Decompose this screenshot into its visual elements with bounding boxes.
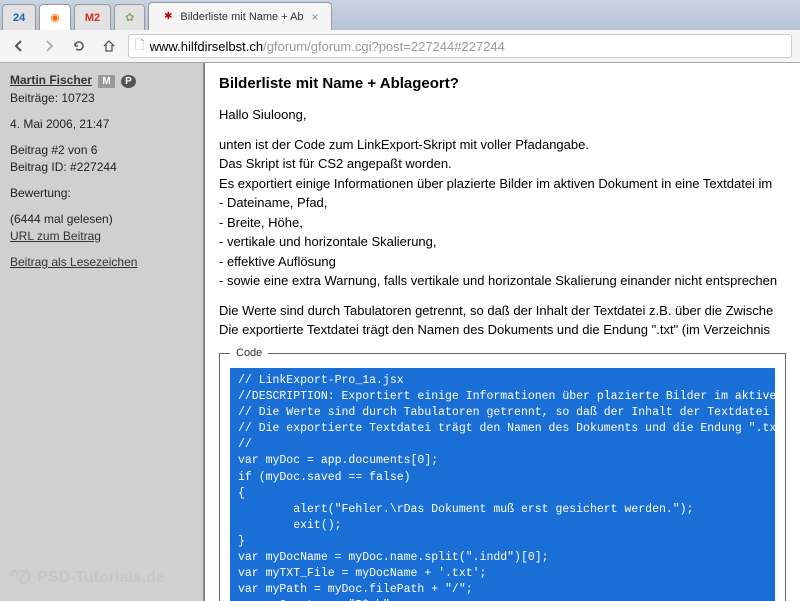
body-bullet: - effektive Auflösung [219,253,786,271]
watermark: ఌ PSD-Tutorials.de [10,561,165,594]
globe-icon: 🗋 [135,36,145,57]
tab-4[interactable]: ✿ [114,4,145,30]
author-link[interactable]: Martin Fischer [10,73,92,87]
tab-2[interactable]: ◉ [39,4,71,30]
tab-active[interactable]: ✱ Bilderliste mit Name + Ab × [148,2,331,30]
forward-button[interactable] [38,35,60,57]
bookmark-link[interactable]: Beitrag als Lesezeichen [10,255,137,269]
page-title: Bilderliste mit Name + Ablageort? [219,75,786,92]
badge-m: M [98,75,114,88]
greeting: Hallo Siuloong, [219,106,786,124]
tab-3[interactable]: M2 [74,4,111,30]
body-line: Es exportiert einige Informationen über … [219,175,786,193]
url-path: /gforum/gforum.cgi?post=227244#227244 [263,39,505,54]
tab-strip: 24 ◉ M2 ✿ ✱ Bilderliste mit Name + Ab × [0,0,800,30]
body-line: Die exportierte Textdatei trägt den Name… [219,321,786,339]
body-line: Das Skript ist für CS2 angepaßt worden. [219,155,786,173]
body-bullet: - vertikale und horizontale Skalierung, [219,233,786,251]
posts-count: Beiträge: 10723 [10,91,193,105]
watermark-text: PSD-Tutorials.de [37,569,165,587]
body-line: Die Werte sind durch Tabulatoren getrenn… [219,302,786,320]
code-box: Code // LinkExport-Pro_1a.jsx //DESCRIPT… [219,353,786,601]
tab-1[interactable]: 24 [2,4,36,30]
post-date: 4. Mai 2006, 21:47 [10,117,193,131]
body-bullet: - Dateiname, Pfad, [219,194,786,212]
body-bullet: - Breite, Höhe, [219,214,786,232]
sidebar: Martin Fischer M P Beiträge: 10723 4. Ma… [0,63,205,601]
body-bullet: - sowie eine extra Warnung, falls vertik… [219,272,786,290]
body-line: unten ist der Code zum LinkExport-Skript… [219,136,786,154]
favicon-icon: ✱ [161,10,175,24]
content: Martin Fischer M P Beiträge: 10723 4. Ma… [0,63,800,601]
url-bar[interactable]: 🗋 www.hilfdirselbst.ch/gforum/gforum.cgi… [128,34,792,58]
post-id: Beitrag ID: #227244 [10,160,193,174]
read-count: (6444 mal gelesen) [10,212,193,226]
reload-button[interactable] [68,35,90,57]
post-number: Beitrag #2 von 6 [10,143,193,157]
rating-label: Bewertung: [10,186,193,200]
code-content[interactable]: // LinkExport-Pro_1a.jsx //DESCRIPTION: … [230,368,775,601]
close-icon[interactable]: × [312,10,319,24]
browser-chrome: 24 ◉ M2 ✿ ✱ Bilderliste mit Name + Ab × … [0,0,800,63]
post-body: Hallo Siuloong, unten ist der Code zum L… [219,106,786,601]
toolbar: 🗋 www.hilfdirselbst.ch/gforum/gforum.cgi… [0,30,800,62]
code-label: Code [230,346,268,361]
butterfly-icon: ఌ [10,561,31,594]
back-button[interactable] [8,35,30,57]
home-button[interactable] [98,35,120,57]
url-link[interactable]: URL zum Beitrag [10,229,101,243]
tab-title: Bilderliste mit Name + Ab [180,11,303,23]
url-domain: www.hilfdirselbst.ch [150,39,263,54]
badge-p: P [121,75,136,88]
main: Bilderliste mit Name + Ablageort? Hallo … [205,63,800,601]
